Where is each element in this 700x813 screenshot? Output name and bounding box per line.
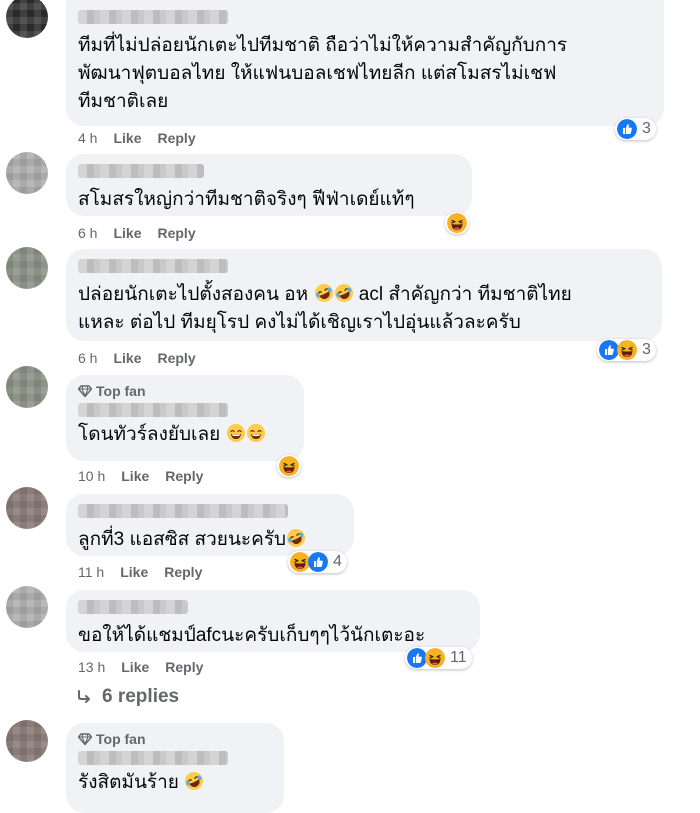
comment-bubble: ขอให้ได้แชมป์afcนะครับเก็บๆๆไว้นักเตะอะ <box>66 590 480 652</box>
comment-bubble: Top fan โดนทัวร์ลงยับเลย <box>66 375 304 461</box>
reply-button[interactable]: Reply <box>164 564 202 580</box>
reaction-summary[interactable] <box>277 455 301 477</box>
comment-text-part: ลูกที่3 แอสซิส สวยนะครับ <box>78 529 287 550</box>
top-fan-badge: Top fan <box>78 383 292 399</box>
reaction-count: 4 <box>333 553 342 570</box>
reaction-summary[interactable]: 3 <box>597 339 656 361</box>
like-icon <box>617 119 637 139</box>
avatar[interactable] <box>6 487 48 529</box>
replies-count: 6 replies <box>102 686 180 707</box>
badge-label: Top fan <box>96 383 146 399</box>
avatar[interactable] <box>6 0 48 38</box>
reaction-summary[interactable] <box>445 212 469 234</box>
reply-button[interactable]: Reply <box>157 225 195 241</box>
like-button[interactable]: Like <box>121 468 149 484</box>
haha-icon <box>279 456 299 476</box>
comment-text: โดนทัวร์ลงยับเลย <box>78 421 292 449</box>
comment-bubble: Top fan รังสิตมันร้าย <box>66 723 284 813</box>
comment-bubble: ปล่อยนักเตะไปตั้งสองคน อห acl สำคัญกว่า … <box>66 249 662 341</box>
comment-actions: 6 h Like Reply <box>78 225 196 241</box>
comment-text: รังสิตมันร้าย <box>78 769 272 797</box>
comment-time[interactable]: 10 h <box>78 468 105 484</box>
comment-actions: 10 h Like Reply <box>78 468 203 484</box>
comment-text-part: รังสิตมันร้าย <box>78 772 185 793</box>
haha-icon <box>447 213 467 233</box>
reaction-count: 11 <box>450 649 467 666</box>
badge-label: Top fan <box>96 731 146 747</box>
haha-icon <box>290 552 310 572</box>
comment-text: ปล่อยนักเตะไปตั้งสองคน อห acl สำคัญกว่า … <box>78 281 650 337</box>
comment-time[interactable]: 11 h <box>78 564 104 580</box>
reply-button[interactable]: Reply <box>157 130 195 146</box>
comment-text-part: ปล่อยนักเตะไปตั้งสองคน อห <box>78 284 314 305</box>
comment-text: สโมสรใหญ่กว่าทีมชาติจริงๆ ฟีฟ่าเดย์แท้ๆ <box>78 189 415 210</box>
reply-button[interactable]: Reply <box>165 659 203 675</box>
reaction-count: 3 <box>642 120 651 137</box>
like-button[interactable]: Like <box>120 564 148 580</box>
comment-actions: 11 h Like Reply <box>78 564 202 580</box>
like-button[interactable]: Like <box>113 350 141 366</box>
like-button[interactable]: Like <box>113 225 141 241</box>
comment-bubble: ลูกที่3 แอสซิส สวยนะครับ <box>66 494 354 556</box>
grin-emoji <box>246 423 266 443</box>
avatar[interactable] <box>6 152 48 194</box>
reaction-count: 3 <box>642 341 651 358</box>
like-button[interactable]: Like <box>113 130 141 146</box>
commenter-name[interactable] <box>78 10 228 24</box>
commenter-name[interactable] <box>78 600 188 614</box>
grin-emoji <box>226 423 246 443</box>
avatar[interactable] <box>6 366 48 408</box>
comment-text-part: โดนทัวร์ลงยับเลย <box>78 424 226 445</box>
laughing-tears-emoji <box>334 283 354 303</box>
haha-icon <box>425 648 445 668</box>
avatar[interactable] <box>6 720 48 762</box>
like-icon <box>407 648 427 668</box>
reply-arrow-icon <box>78 690 90 703</box>
comment-bubble: สโมสรใหญ่กว่าทีมชาติจริงๆ ฟีฟ่าเดย์แท้ๆ <box>66 154 472 216</box>
like-button[interactable]: Like <box>121 659 149 675</box>
diamond-icon <box>78 732 92 746</box>
like-icon <box>599 340 619 360</box>
reaction-summary[interactable]: 4 <box>288 551 347 573</box>
commenter-name[interactable] <box>78 259 228 273</box>
reaction-summary[interactable]: 3 <box>615 118 656 140</box>
laughing-tears-emoji <box>184 771 204 791</box>
comment-time[interactable]: 4 h <box>78 130 97 146</box>
reply-button[interactable]: Reply <box>157 350 195 366</box>
laughing-tears-emoji <box>314 283 334 303</box>
comment-text: ขอให้ได้แชมป์afcนะครับเก็บๆๆไว้นักเตะอะ <box>78 625 426 646</box>
comment-time[interactable]: 6 h <box>78 350 97 366</box>
commenter-name[interactable] <box>78 164 204 178</box>
reaction-summary[interactable]: 11 <box>405 647 472 669</box>
commenter-name[interactable] <box>78 751 228 765</box>
comment-bubble: ทีมที่ไม่ปล่อยนักเตะไปทีมชาติ ถือว่าไม่ใ… <box>66 0 664 126</box>
comment-actions: 4 h Like Reply <box>78 130 196 146</box>
commenter-name[interactable] <box>78 403 228 417</box>
haha-icon <box>617 340 637 360</box>
diamond-icon <box>78 384 92 398</box>
view-replies-link[interactable]: 6 replies <box>76 686 179 708</box>
comment-actions: 13 h Like Reply <box>78 659 203 675</box>
avatar[interactable] <box>6 247 48 289</box>
comment-time[interactable]: 6 h <box>78 225 97 241</box>
reply-button[interactable]: Reply <box>165 468 203 484</box>
comment-text: ทีมที่ไม่ปล่อยนักเตะไปทีมชาติ ถือว่าไม่ใ… <box>78 35 568 112</box>
like-icon <box>308 552 328 572</box>
commenter-name[interactable] <box>78 504 288 518</box>
avatar[interactable] <box>6 586 48 628</box>
comment-text: ลูกที่3 แอสซิส สวยนะครับ <box>78 526 342 554</box>
comment-time[interactable]: 13 h <box>78 659 105 675</box>
laughing-tears-emoji <box>286 528 306 548</box>
comment-actions: 6 h Like Reply <box>78 350 196 366</box>
top-fan-badge: Top fan <box>78 731 272 747</box>
